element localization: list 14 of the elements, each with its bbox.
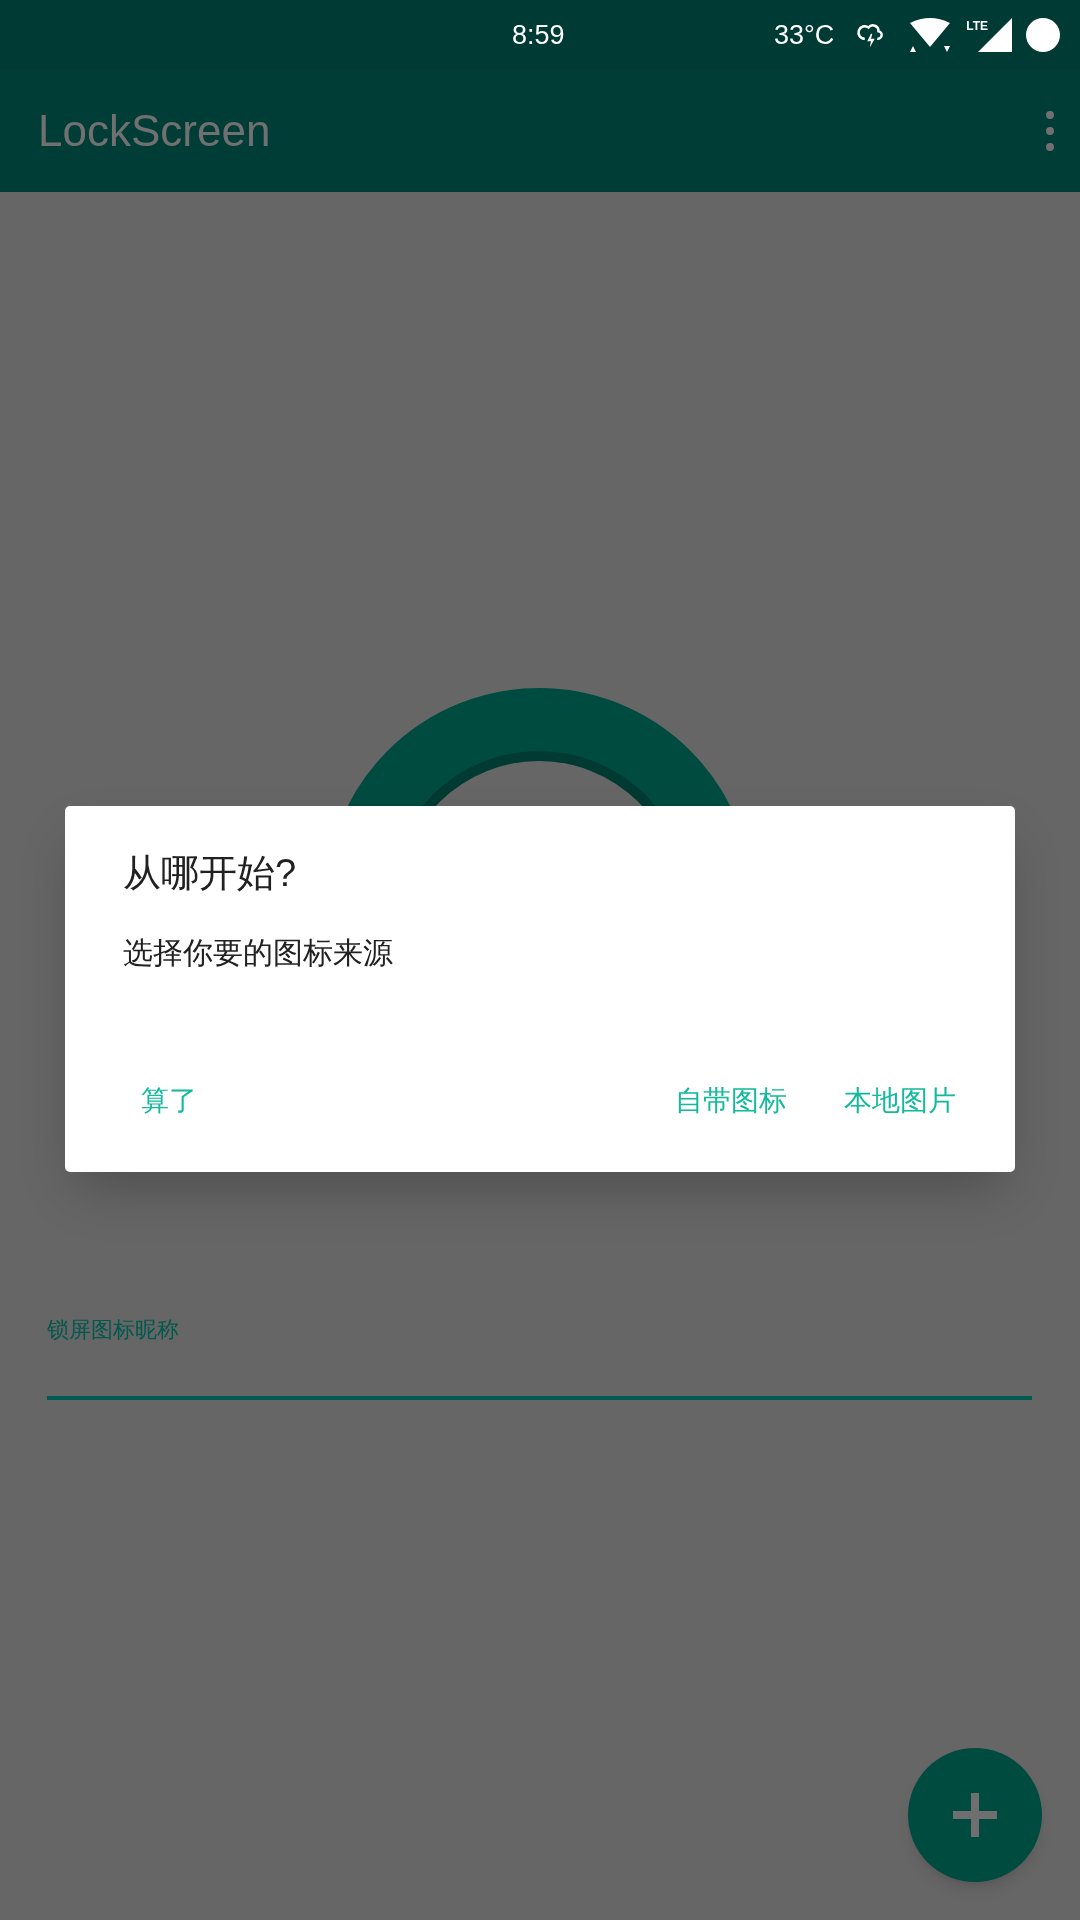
nickname-input-field[interactable]	[47, 1396, 1032, 1400]
battery-icon	[1026, 18, 1060, 52]
plus-icon	[953, 1793, 997, 1837]
field-label: 锁屏图标昵称	[47, 1316, 180, 1344]
app-title: LockScreen	[38, 105, 271, 157]
wifi-icon	[908, 17, 953, 53]
temperature: 33°C	[773, 18, 835, 52]
dialog-button[interactable]: 本地图片	[826, 1066, 974, 1136]
dialog-message: 选择你要的图标来源	[123, 934, 394, 971]
dialog-button[interactable]: 自带图标	[657, 1066, 805, 1136]
network-type-label: LTE	[966, 20, 988, 32]
dialog-button[interactable]: 算了	[123, 1066, 215, 1136]
dialog-title: 从哪开始?	[123, 851, 298, 896]
clock: 8:59	[512, 18, 565, 52]
